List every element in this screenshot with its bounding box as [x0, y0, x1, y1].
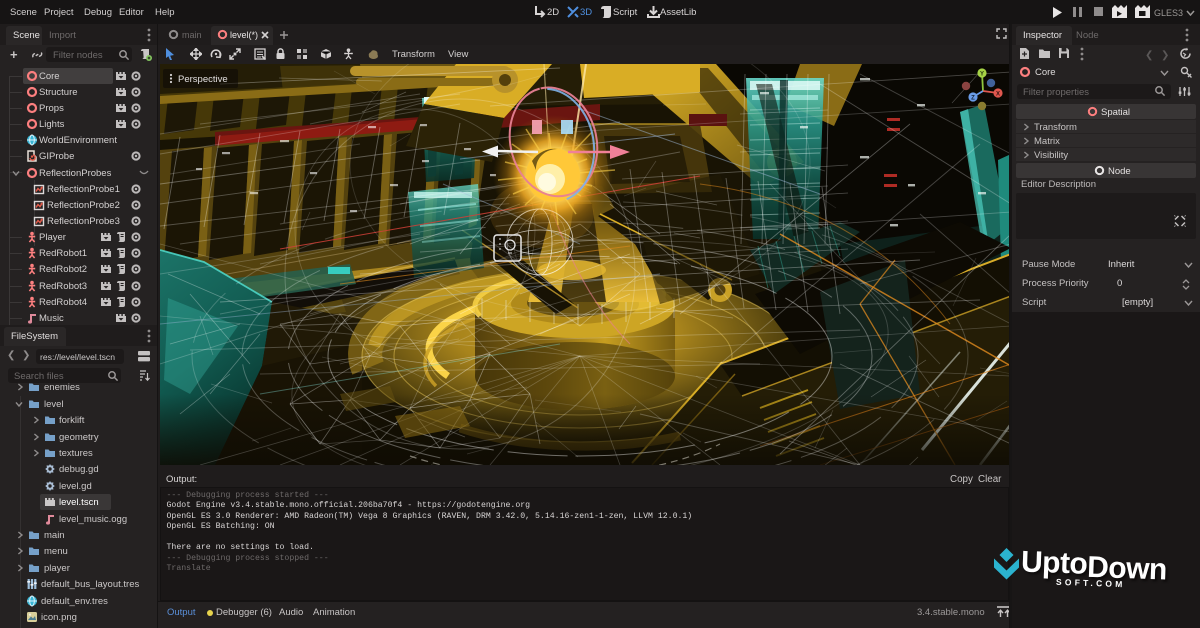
svg-text:X: X [996, 92, 1000, 98]
svg-text:Y: Y [980, 72, 984, 78]
svg-text:Z: Z [971, 96, 975, 102]
svg-text:Perspective: Perspective [178, 74, 228, 85]
